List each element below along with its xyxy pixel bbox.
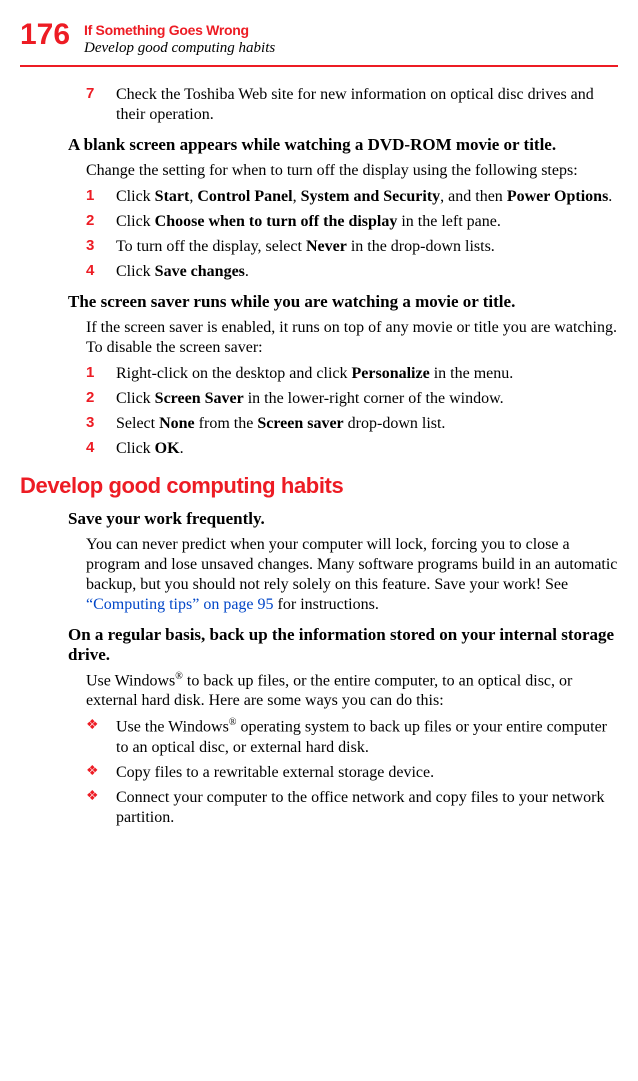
step-number: 3 bbox=[86, 414, 100, 434]
header-rule bbox=[20, 65, 618, 67]
step-number: 7 bbox=[86, 85, 100, 125]
step-row: 4 Click OK. bbox=[86, 439, 618, 459]
step-row: 3 To turn off the display, select Never … bbox=[86, 237, 618, 257]
paragraph: If the screen saver is enabled, it runs … bbox=[86, 318, 618, 358]
step-text: Check the Toshiba Web site for new infor… bbox=[116, 85, 618, 125]
step-number: 4 bbox=[86, 439, 100, 459]
topic-a-body: Change the setting for when to turn off … bbox=[86, 161, 618, 282]
running-title: If Something Goes Wrong bbox=[84, 22, 275, 38]
step-text: Click OK. bbox=[116, 439, 618, 459]
step-number: 1 bbox=[86, 364, 100, 384]
diamond-bullet-icon: ❖ bbox=[86, 763, 100, 783]
page-header: 176 If Something Goes Wrong Develop good… bbox=[20, 20, 618, 57]
step-text: Right-click on the desktop and click Per… bbox=[116, 364, 618, 384]
page-number: 176 bbox=[20, 20, 72, 50]
bullet-row: ❖ Use the Windows® operating system to b… bbox=[86, 717, 618, 757]
step-row: 3 Select None from the Screen saver drop… bbox=[86, 414, 618, 434]
sub1-body: You can never predict when your computer… bbox=[86, 535, 618, 615]
step-text: Click Start, Control Panel, System and S… bbox=[116, 187, 618, 207]
paragraph: You can never predict when your computer… bbox=[86, 535, 618, 615]
step-number: 2 bbox=[86, 389, 100, 409]
step-text: Click Choose when to turn off the displa… bbox=[116, 212, 618, 232]
sub1-title-wrap: Save your work frequently. bbox=[68, 509, 618, 529]
bullet-text: Connect your computer to the office netw… bbox=[116, 788, 618, 828]
running-subtitle: Develop good computing habits bbox=[84, 40, 275, 57]
sub2-title-wrap: On a regular basis, back up the informat… bbox=[68, 625, 618, 665]
topic-title: On a regular basis, back up the informat… bbox=[68, 625, 618, 665]
step-text: To turn off the display, select Never in… bbox=[116, 237, 618, 257]
diamond-bullet-icon: ❖ bbox=[86, 788, 100, 828]
sub2-body: Use Windows® to back up files, or the en… bbox=[86, 671, 618, 828]
topic-a: A blank screen appears while watching a … bbox=[68, 135, 618, 155]
step-row: 1 Right-click on the desktop and click P… bbox=[86, 364, 618, 384]
diamond-bullet-icon: ❖ bbox=[86, 717, 100, 757]
header-text-block: If Something Goes Wrong Develop good com… bbox=[84, 20, 275, 57]
step-number: 2 bbox=[86, 212, 100, 232]
topic-b: The screen saver runs while you are watc… bbox=[68, 292, 618, 312]
topic-title: The screen saver runs while you are watc… bbox=[68, 292, 618, 312]
paragraph: Use Windows® to back up files, or the en… bbox=[86, 671, 618, 711]
paragraph: Change the setting for when to turn off … bbox=[86, 161, 618, 181]
topic-b-body: If the screen saver is enabled, it runs … bbox=[86, 318, 618, 459]
step-row: 7 Check the Toshiba Web site for new inf… bbox=[86, 85, 618, 125]
step-number: 4 bbox=[86, 262, 100, 282]
step-number: 1 bbox=[86, 187, 100, 207]
step-row: 1 Click Start, Control Panel, System and… bbox=[86, 187, 618, 207]
step-row: 2 Click Choose when to turn off the disp… bbox=[86, 212, 618, 232]
step-text: Select None from the Screen saver drop-d… bbox=[116, 414, 618, 434]
body: 7 Check the Toshiba Web site for new inf… bbox=[86, 85, 618, 125]
step-text: Click Save changes. bbox=[116, 262, 618, 282]
bullet-text: Copy files to a rewritable external stor… bbox=[116, 763, 618, 783]
step-text: Click Screen Saver in the lower-right co… bbox=[116, 389, 618, 409]
step-number: 3 bbox=[86, 237, 100, 257]
page: 176 If Something Goes Wrong Develop good… bbox=[0, 0, 638, 863]
bullet-row: ❖ Connect your computer to the office ne… bbox=[86, 788, 618, 828]
section-heading: Develop good computing habits bbox=[20, 473, 618, 499]
step-row: 4 Click Save changes. bbox=[86, 262, 618, 282]
cross-ref-link[interactable]: “Computing tips” on page 95 bbox=[86, 596, 274, 613]
topic-title: Save your work frequently. bbox=[68, 509, 618, 529]
registered-mark: ® bbox=[175, 671, 183, 682]
bullet-row: ❖ Copy files to a rewritable external st… bbox=[86, 763, 618, 783]
bullet-text: Use the Windows® operating system to bac… bbox=[116, 717, 618, 757]
topic-title: A blank screen appears while watching a … bbox=[68, 135, 618, 155]
step-row: 2 Click Screen Saver in the lower-right … bbox=[86, 389, 618, 409]
